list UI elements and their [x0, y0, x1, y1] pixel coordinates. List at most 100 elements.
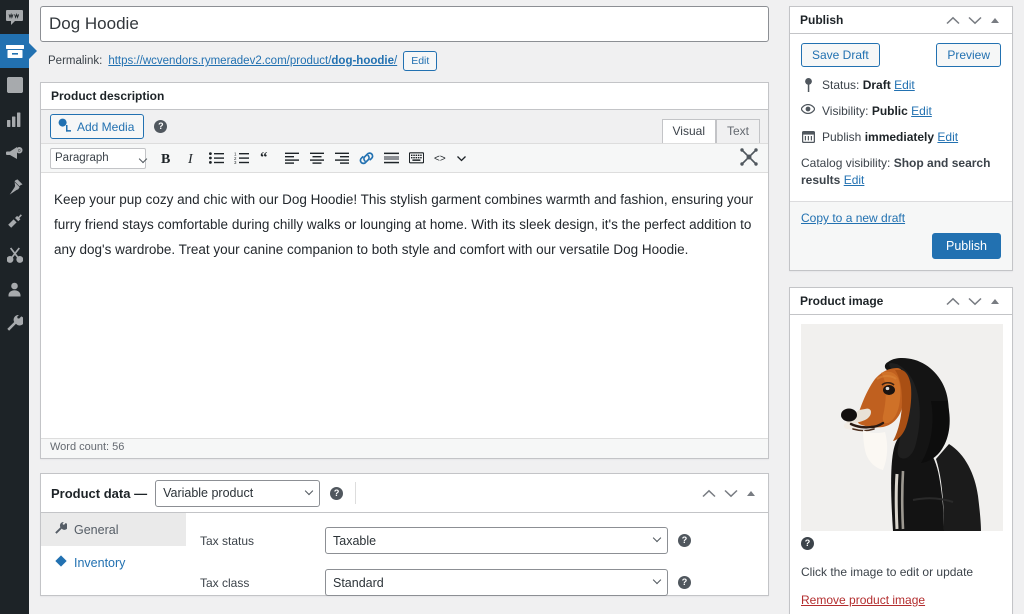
add-media-icon — [58, 118, 72, 135]
product-type-select[interactable]: Variable product — [155, 480, 320, 507]
bold-icon[interactable]: B — [154, 146, 179, 170]
schedule-text: Publish immediately Edit — [822, 129, 958, 146]
side-column: Publish — [789, 0, 1013, 614]
move-down-icon[interactable] — [968, 297, 982, 306]
align-left-icon[interactable] — [279, 146, 304, 170]
publish-action-buttons: Save Draft Preview — [801, 43, 1001, 67]
calendar-icon — [801, 129, 815, 143]
status-value: Draft — [863, 78, 891, 92]
blockquote-icon[interactable]: “ — [254, 146, 279, 170]
permalink-label: Permalink: — [48, 55, 102, 67]
keyboard-shortcuts-icon[interactable] — [404, 146, 429, 170]
align-right-icon[interactable] — [329, 146, 354, 170]
copy-to-new-draft-link[interactable]: Copy to a new draft — [801, 211, 1001, 225]
visibility-label: Visibility: — [822, 104, 868, 118]
remove-product-image-link[interactable]: Remove product image — [801, 593, 925, 607]
status-row: Status: Draft Edit — [801, 77, 1001, 94]
numbered-list-icon[interactable]: 123 — [229, 146, 254, 170]
sidebar-item-marketing[interactable]: 0 — [0, 136, 29, 170]
tax-class-label: Tax class — [200, 576, 325, 590]
header-divider — [355, 482, 356, 504]
catalog-label: Catalog visibility: — [801, 156, 890, 170]
tax-class-select[interactable]: Standard — [325, 569, 668, 596]
edit-catalog-link[interactable]: Edit — [844, 173, 865, 187]
product-image-handle-actions — [946, 297, 1002, 306]
product-thumbnail[interactable] — [801, 324, 1003, 531]
visibility-value: Public — [872, 104, 908, 118]
toggle-panel-icon[interactable] — [990, 17, 1000, 24]
move-up-icon[interactable] — [702, 489, 716, 498]
toggle-panel-icon[interactable] — [746, 490, 756, 497]
tab-visual[interactable]: Visual — [662, 119, 716, 144]
permalink-slug: dog-hoodie — [331, 55, 394, 67]
megaphone-icon: 0 — [6, 146, 23, 161]
permalink-url[interactable]: https://wcvendors.rymeradev2.com/product… — [108, 55, 397, 67]
sidebar-item-users[interactable] — [0, 272, 29, 306]
code-icon[interactable]: <> — [429, 146, 454, 170]
edit-status-link[interactable]: Edit — [894, 78, 915, 92]
product-data-handle-actions — [702, 489, 758, 498]
editor-content-area[interactable]: Keep your pup cozy and chic with our Dog… — [41, 173, 768, 438]
sidebar-item-analytics[interactable] — [0, 102, 29, 136]
tax-class-help-icon[interactable]: ? — [678, 576, 691, 589]
svg-text:<>: <> — [434, 154, 446, 164]
svg-text:3: 3 — [234, 160, 237, 164]
svg-text:I: I — [187, 152, 194, 165]
edit-schedule-link[interactable]: Edit — [937, 130, 958, 144]
product-title-input[interactable] — [40, 6, 769, 42]
tax-status-label: Tax status — [200, 534, 325, 548]
pushpin-icon — [7, 179, 23, 195]
products-box-icon — [6, 44, 24, 59]
publish-panel-title: Publish — [800, 13, 843, 27]
sidebar-item-payments[interactable]: $ — [0, 68, 29, 102]
product-image-panel: Product image — [789, 287, 1013, 614]
italic-icon[interactable]: I — [179, 146, 204, 170]
tax-class-select-wrap: Standard — [325, 569, 668, 596]
sidebar-item-plugins[interactable] — [0, 204, 29, 238]
product-data-body: General Inventory Tax status — [41, 513, 768, 595]
sidebar-item-pin[interactable] — [0, 170, 29, 204]
product-image-help-icon[interactable]: ? — [801, 537, 814, 550]
field-tax-status: Tax status Taxable ? — [200, 527, 768, 554]
editor-help-icon[interactable]: ? — [154, 120, 167, 133]
distraction-free-icon[interactable] — [740, 148, 758, 169]
tab-inventory-label: Inventory — [74, 556, 125, 570]
toggle-panel-icon[interactable] — [990, 298, 1000, 305]
add-media-button[interactable]: Add Media — [50, 114, 144, 139]
permalink-base: https://wcvendors.rymeradev2.com/product… — [108, 55, 331, 67]
move-down-icon[interactable] — [968, 16, 982, 25]
move-down-icon[interactable] — [724, 489, 738, 498]
move-up-icon[interactable] — [946, 297, 960, 306]
read-more-icon[interactable] — [379, 146, 404, 170]
product-type-help-icon[interactable]: ? — [330, 487, 343, 500]
svg-text:B: B — [161, 152, 170, 165]
pin-icon — [801, 77, 815, 92]
svg-text:“: “ — [260, 152, 268, 164]
move-up-icon[interactable] — [946, 16, 960, 25]
sidebar-item-appearance[interactable] — [0, 238, 29, 272]
editor-format-toolbar: Paragraph B I 123 — [41, 143, 768, 173]
preview-button[interactable]: Preview — [936, 43, 1001, 67]
sidebar-item-products[interactable] — [0, 34, 29, 68]
dollar-badge-icon: $ — [7, 77, 23, 93]
tab-general[interactable]: General — [41, 513, 186, 546]
edit-visibility-link[interactable]: Edit — [911, 104, 932, 118]
sidebar-item-woocommerce[interactable] — [0, 0, 29, 34]
product-data-fields: Tax status Taxable ? Tax class — [186, 513, 768, 595]
tax-status-select[interactable]: Taxable — [325, 527, 668, 554]
link-icon[interactable] — [354, 146, 379, 170]
tax-status-help-icon[interactable]: ? — [678, 534, 691, 547]
bulleted-list-icon[interactable] — [204, 146, 229, 170]
tab-inventory[interactable]: Inventory — [41, 546, 186, 579]
save-draft-button[interactable]: Save Draft — [801, 43, 880, 67]
admin-sidebar: $ 0 — [0, 0, 29, 614]
toolbar-toggle-icon[interactable] — [454, 146, 468, 170]
scissors-icon — [7, 247, 23, 263]
sidebar-item-tools[interactable] — [0, 306, 29, 340]
paragraph-format-select[interactable]: Paragraph — [50, 148, 146, 169]
publish-button[interactable]: Publish — [932, 233, 1001, 259]
align-center-icon[interactable] — [304, 146, 329, 170]
editor-statusbar: Word count: 56 — [41, 438, 768, 458]
edit-permalink-button[interactable]: Edit — [403, 51, 437, 71]
tab-text[interactable]: Text — [716, 119, 760, 144]
